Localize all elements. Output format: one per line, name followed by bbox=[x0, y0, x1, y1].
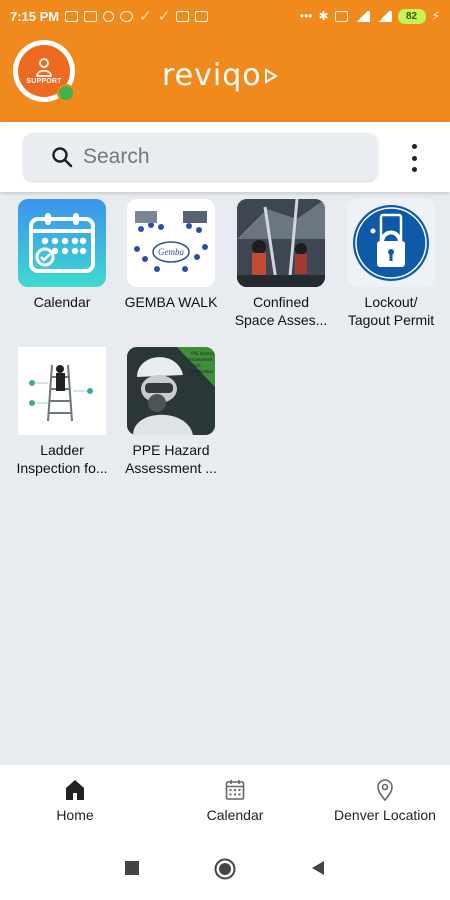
app-tile-ppe-hazard[interactable]: PPE Hazard Assessment and Certification PPE… bbox=[116, 347, 226, 477]
app-label: GEMBA WALK bbox=[124, 294, 218, 310]
nav-label: Denver Location bbox=[334, 807, 436, 823]
app-label: PPE Hazard Assessment ... bbox=[125, 442, 217, 476]
svg-text:and: and bbox=[193, 363, 201, 368]
app-tile-gemba-walk[interactable]: Gemba GEMBA WALK bbox=[116, 199, 226, 311]
ladder-inspection-image bbox=[18, 347, 106, 435]
confined-space-image bbox=[237, 199, 325, 287]
bottom-navigation: Home Calendar Denver Location bbox=[0, 765, 450, 838]
plus-icon bbox=[195, 10, 209, 22]
user-icon bbox=[36, 58, 52, 77]
more-options-icon[interactable] bbox=[403, 142, 425, 174]
svg-text:Gemba: Gemba bbox=[158, 247, 184, 257]
app-header: SUPPORT reviqo bbox=[0, 32, 450, 122]
nav-label: Home bbox=[56, 807, 94, 823]
app-tile-ladder-inspection[interactable]: Ladder Inspection fo... bbox=[7, 347, 117, 477]
signal-icon bbox=[353, 10, 370, 22]
nav-label: Calendar bbox=[206, 807, 264, 823]
nav-item-denver-location[interactable]: Denver Location bbox=[328, 779, 442, 823]
arrow-right-icon bbox=[264, 67, 278, 84]
message-icon bbox=[84, 10, 98, 22]
recents-button[interactable] bbox=[124, 860, 140, 876]
home-icon bbox=[66, 780, 84, 800]
charging-icon: ⚡ bbox=[431, 9, 440, 23]
app-label: Ladder Inspection fo... bbox=[16, 442, 108, 476]
support-label: SUPPORT bbox=[26, 78, 62, 85]
app-icon bbox=[120, 10, 134, 22]
status-bar: 7:15 PM ✓ ✓ ••• ✱ 82 ⚡ bbox=[0, 0, 450, 32]
app-tile-lockout-tagout[interactable]: Lockout/ Tagout Permit bbox=[336, 199, 446, 329]
search-bar bbox=[0, 122, 450, 192]
system-icons: ••• ✱ 82 ⚡ bbox=[299, 8, 440, 24]
calendar-icon bbox=[225, 780, 245, 800]
app-tile-calendar[interactable]: Calendar bbox=[7, 199, 117, 311]
system-navigation-bar bbox=[0, 838, 450, 900]
wifi-icon bbox=[334, 10, 348, 22]
notification-icons: ✓ ✓ bbox=[65, 7, 209, 25]
app-label: Confined Space Asses... bbox=[234, 294, 328, 328]
lockout-icon bbox=[347, 199, 435, 287]
svg-text:PPE Hazard: PPE Hazard bbox=[191, 351, 214, 356]
bluetooth-icon: ✱ bbox=[318, 9, 329, 23]
brand-name: reviqo bbox=[162, 58, 262, 93]
check-icon: ✓ bbox=[157, 7, 171, 25]
search-box[interactable] bbox=[23, 133, 378, 181]
online-status-indicator bbox=[57, 84, 75, 102]
calendar-icon bbox=[18, 199, 106, 287]
back-button[interactable] bbox=[310, 860, 326, 876]
search-input[interactable] bbox=[83, 145, 353, 169]
svg-text:Certification: Certification bbox=[189, 369, 214, 374]
app-label: Calendar bbox=[33, 294, 91, 310]
nav-item-calendar[interactable]: Calendar bbox=[200, 779, 270, 823]
search-icon bbox=[52, 147, 73, 168]
nav-item-home[interactable]: Home bbox=[50, 779, 100, 823]
svg-text:Assessment: Assessment bbox=[189, 357, 213, 362]
check-icon: ✓ bbox=[139, 7, 152, 25]
brand-logo: reviqo bbox=[162, 58, 278, 93]
home-button[interactable] bbox=[214, 858, 236, 880]
image-icon bbox=[176, 10, 190, 22]
app-label: Lockout/ Tagout Permit bbox=[347, 294, 435, 328]
gemba-walk-image: Gemba bbox=[127, 199, 215, 287]
ppe-hazard-image: PPE Hazard Assessment and Certification bbox=[127, 347, 215, 435]
message-icon bbox=[65, 10, 79, 22]
more-notifications-icon: ••• bbox=[299, 9, 313, 23]
signal-icon bbox=[375, 10, 392, 22]
dot-icon bbox=[103, 10, 115, 22]
location-pin-icon bbox=[377, 779, 393, 801]
status-time: 7:15 PM bbox=[10, 8, 60, 24]
battery-icon: 82 bbox=[397, 8, 426, 24]
app-tile-confined-space[interactable]: Confined Space Asses... bbox=[226, 199, 336, 329]
